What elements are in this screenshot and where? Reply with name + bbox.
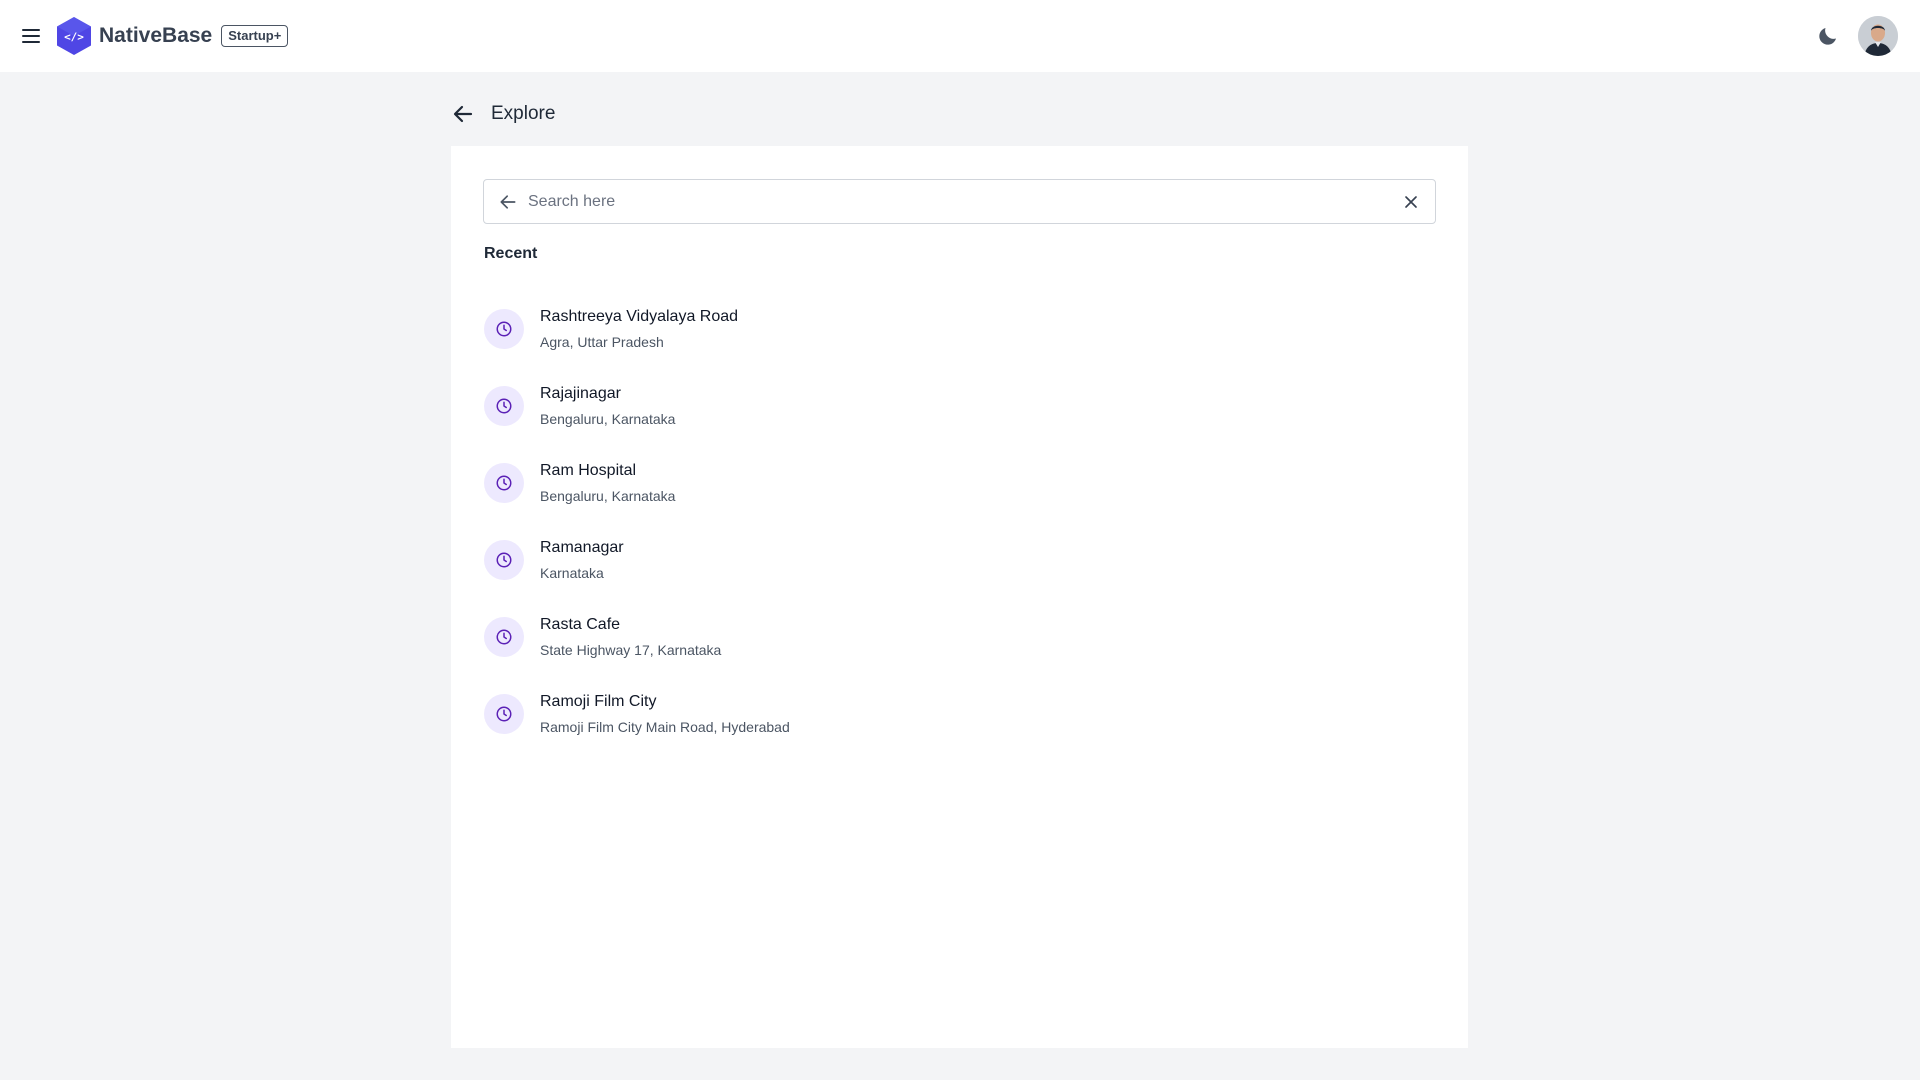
list-item-title: Ramoji Film City <box>540 692 657 710</box>
list-item[interactable]: Rajajinagar Bengaluru, Karnataka <box>484 367 1384 444</box>
list-item-subtitle: Ramoji Film City Main Road, Hyderabad <box>540 718 790 735</box>
search-back-arrow-icon[interactable] <box>498 192 518 212</box>
brand: </> NativeBase Startup+ <box>22 16 289 56</box>
plan-badge: Startup+ <box>221 25 289 47</box>
list-item-subtitle: Karnataka <box>540 564 604 581</box>
back-arrow-icon[interactable] <box>451 102 475 126</box>
list-item[interactable]: Ram Hospital Bengaluru, Karnataka <box>484 444 1384 521</box>
user-avatar-icon <box>1858 16 1898 56</box>
top-navbar: </> NativeBase Startup+ <box>0 0 1920 72</box>
header-tools <box>1816 16 1898 56</box>
list-item-subtitle: Bengaluru, Karnataka <box>540 410 676 427</box>
list-item-subtitle: State Highway 17, Karnataka <box>540 641 722 658</box>
list-item-title: Rashtreeya Vidyalaya Road <box>540 307 739 325</box>
clear-search-icon[interactable] <box>1401 192 1421 212</box>
page-header: Explore <box>451 102 555 126</box>
moon-icon[interactable] <box>1816 24 1840 48</box>
page-title: Explore <box>491 103 556 124</box>
hamburger-menu-icon[interactable] <box>22 25 44 47</box>
list-item[interactable]: Rasta Cafe State Highway 17, Karnataka <box>484 598 1384 675</box>
list-item[interactable]: Ramoji Film City Ramoji Film City Main R… <box>484 675 1384 752</box>
list-item-title: Rajajinagar <box>540 384 621 402</box>
clock-icon <box>484 385 524 426</box>
nativebase-logo-icon: </> <box>57 17 91 55</box>
list-item[interactable]: Rashtreeya Vidyalaya Road Agra, Uttar Pr… <box>484 290 1384 367</box>
clock-icon <box>484 462 524 503</box>
clock-icon <box>484 308 524 349</box>
svg-text:</>: </> <box>64 31 84 44</box>
list-item-title: Ramanagar <box>540 538 624 556</box>
list-item[interactable]: Ramanagar Karnataka <box>484 521 1384 598</box>
clock-icon <box>484 693 524 734</box>
list-item-subtitle: Agra, Uttar Pradesh <box>540 333 664 350</box>
list-item-title: Ram Hospital <box>540 461 637 479</box>
brand-name: NativeBase <box>99 24 213 47</box>
list-item-title: Rasta Cafe <box>540 615 621 633</box>
explore-card: Recent Rashtreeya Vidyalaya Road Agra, U… <box>451 146 1468 1048</box>
avatar[interactable] <box>1858 16 1898 56</box>
search-box <box>483 179 1436 224</box>
search-input[interactable] <box>528 192 1401 211</box>
recent-heading: Recent <box>484 245 538 262</box>
clock-icon <box>484 616 524 657</box>
list-item-subtitle: Bengaluru, Karnataka <box>540 487 676 504</box>
clock-icon <box>484 539 524 580</box>
recent-list: Rashtreeya Vidyalaya Road Agra, Uttar Pr… <box>484 290 1384 752</box>
